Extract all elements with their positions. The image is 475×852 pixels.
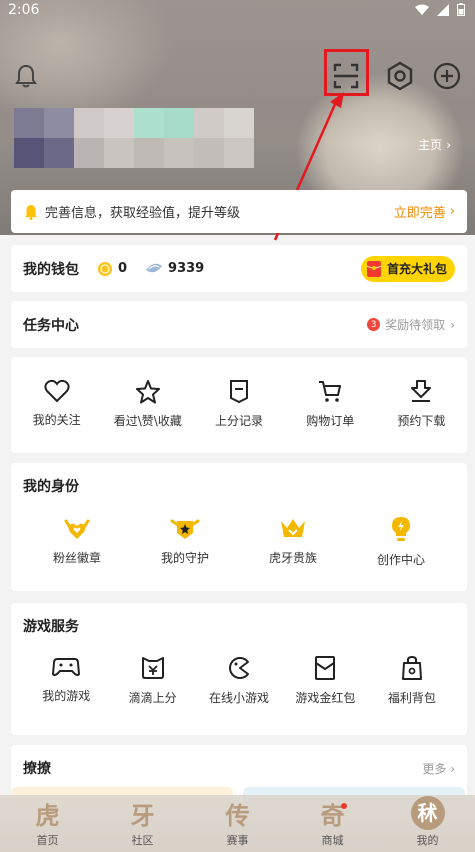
fan-badge-icon <box>64 519 90 539</box>
diamond-icon <box>146 263 163 272</box>
wallet-card[interactable]: 我的钱包 0 9339 首充大礼包 <box>11 245 467 292</box>
quick-action-label: 看过\赞\收藏 <box>113 414 182 428</box>
diamond-balance[interactable]: 9339 <box>145 261 204 276</box>
tab-community-glyph: 牙 <box>130 801 155 830</box>
game-service-label: 我的游戏 <box>42 689 91 703</box>
game-services-title: 游戏服务 <box>23 619 79 635</box>
tab-community[interactable]: 牙 社区 <box>95 795 190 852</box>
chevron-right-icon: › <box>450 761 455 776</box>
game-service-my-games[interactable]: 我的游戏 <box>23 649 109 706</box>
bottom-tab-bar: 虎 首页 牙 社区 传 赛事 奇 商城 秫 我的 <box>0 795 475 852</box>
chevron-right-icon: › <box>450 317 455 332</box>
game-service-boost[interactable]: 滴滴上分 <box>109 649 195 706</box>
tab-mine-glyph: 秫 <box>410 796 445 830</box>
identity-label: 我的守护 <box>160 551 209 565</box>
tab-label: 我的 <box>416 834 439 847</box>
star-icon <box>135 380 160 404</box>
pacman-icon <box>229 657 250 679</box>
bag-icon <box>401 655 422 680</box>
tab-label: 社区 <box>131 834 154 847</box>
quick-action-rank-records[interactable]: 上分记录 <box>193 357 284 453</box>
identity-guard[interactable]: 我的守护 <box>131 509 239 568</box>
quick-action-orders[interactable]: 购物订单 <box>285 357 376 453</box>
tab-notification-dot <box>341 803 347 809</box>
bookmark-icon <box>230 380 248 404</box>
identity-label: 创作中心 <box>376 553 425 567</box>
identity-creator-center[interactable]: 创作中心 <box>347 509 455 568</box>
crown-icon <box>281 519 305 537</box>
gamepad-icon <box>52 658 81 676</box>
gold-coin-balance[interactable]: 0 <box>97 261 127 277</box>
gold-coin-icon <box>98 261 112 276</box>
quick-action-label: 我的关注 <box>32 413 81 427</box>
red-packet-icon <box>315 656 336 680</box>
game-service-label: 游戏金红包 <box>295 691 356 705</box>
flirt-more-link[interactable]: 更多 › <box>422 760 455 777</box>
reward-pending-label: 奖励待领取 <box>385 318 446 332</box>
quick-action-label: 购物订单 <box>306 414 355 428</box>
heart-icon <box>44 379 70 403</box>
gold-coin-value: 0 <box>118 261 128 276</box>
quick-action-label: 预约下载 <box>397 414 446 428</box>
guard-icon <box>170 519 200 539</box>
tab-home[interactable]: 虎 首页 <box>0 795 95 852</box>
flirt-title: 撩撩 <box>23 761 51 777</box>
tab-events-glyph: 传 <box>225 801 250 830</box>
download-icon <box>411 380 432 402</box>
flirt-more-label: 更多 <box>422 761 447 776</box>
bulb-icon <box>392 517 410 541</box>
tab-events[interactable]: 传 赛事 <box>190 795 285 852</box>
task-center-card[interactable]: 任务中心 3 奖励待领取 › <box>11 301 467 348</box>
quick-action-label: 上分记录 <box>215 414 264 428</box>
wallet-title: 我的钱包 <box>23 261 79 278</box>
game-service-label: 在线小游戏 <box>209 691 270 705</box>
reward-pending[interactable]: 3 奖励待领取 › <box>367 316 455 333</box>
identity-noble[interactable]: 虎牙贵族 <box>239 509 347 568</box>
complete-profile-banner[interactable]: 完善信息，获取经验值，提升等级 立即完善 › <box>11 190 467 233</box>
quick-actions-card: 我的关注 看过\赞\收藏 上分记录 购物订单 预约下载 <box>11 357 467 453</box>
game-service-mini-games[interactable]: 在线小游戏 <box>196 649 282 706</box>
tab-label: 赛事 <box>226 834 249 847</box>
task-center-title: 任务中心 <box>23 317 79 334</box>
game-service-red-packet[interactable]: 游戏金红包 <box>282 649 368 706</box>
identity-label: 粉丝徽章 <box>52 551 101 565</box>
tab-label: 商城 <box>321 834 344 847</box>
complete-now-button[interactable]: 立即完善 › <box>394 202 455 221</box>
first-recharge-gift-button[interactable]: 首充大礼包 <box>360 255 455 282</box>
bell-notice-icon <box>25 204 37 220</box>
identity-card: 我的身份 粉丝徽章 我的守护 虎牙贵族 创作中心 <box>11 463 467 591</box>
tab-mine[interactable]: 秫 我的 <box>380 795 475 852</box>
game-service-welfare-bag[interactable]: 福利背包 <box>369 649 455 706</box>
quick-action-history[interactable]: 看过\赞\收藏 <box>102 357 193 453</box>
boost-icon <box>141 657 164 679</box>
game-service-label: 福利背包 <box>387 691 436 705</box>
notice-text: 完善信息，获取经验值，提升等级 <box>45 206 241 221</box>
chevron-right-icon: › <box>449 204 455 219</box>
tab-mall[interactable]: 奇 商城 <box>285 795 380 852</box>
complete-now-label: 立即完善 <box>393 206 446 221</box>
game-services-card: 游戏服务 我的游戏 滴滴上分 在线小游戏 游戏金红包 福利背包 <box>11 603 467 735</box>
tab-home-glyph: 虎 <box>35 801 60 830</box>
tab-label: 首页 <box>36 834 59 847</box>
identity-label: 虎牙贵族 <box>268 551 317 565</box>
diamond-value: 9339 <box>168 261 205 276</box>
quick-action-follows[interactable]: 我的关注 <box>11 357 102 453</box>
red-envelope-icon <box>366 260 382 277</box>
cart-icon <box>319 381 342 402</box>
gift-label: 首充大礼包 <box>386 262 447 276</box>
identity-title: 我的身份 <box>23 479 79 495</box>
identity-fan-badge[interactable]: 粉丝徽章 <box>23 509 131 568</box>
quick-action-downloads[interactable]: 预约下载 <box>376 357 467 453</box>
reward-count-badge: 3 <box>367 318 381 331</box>
game-service-label: 滴滴上分 <box>128 691 177 705</box>
